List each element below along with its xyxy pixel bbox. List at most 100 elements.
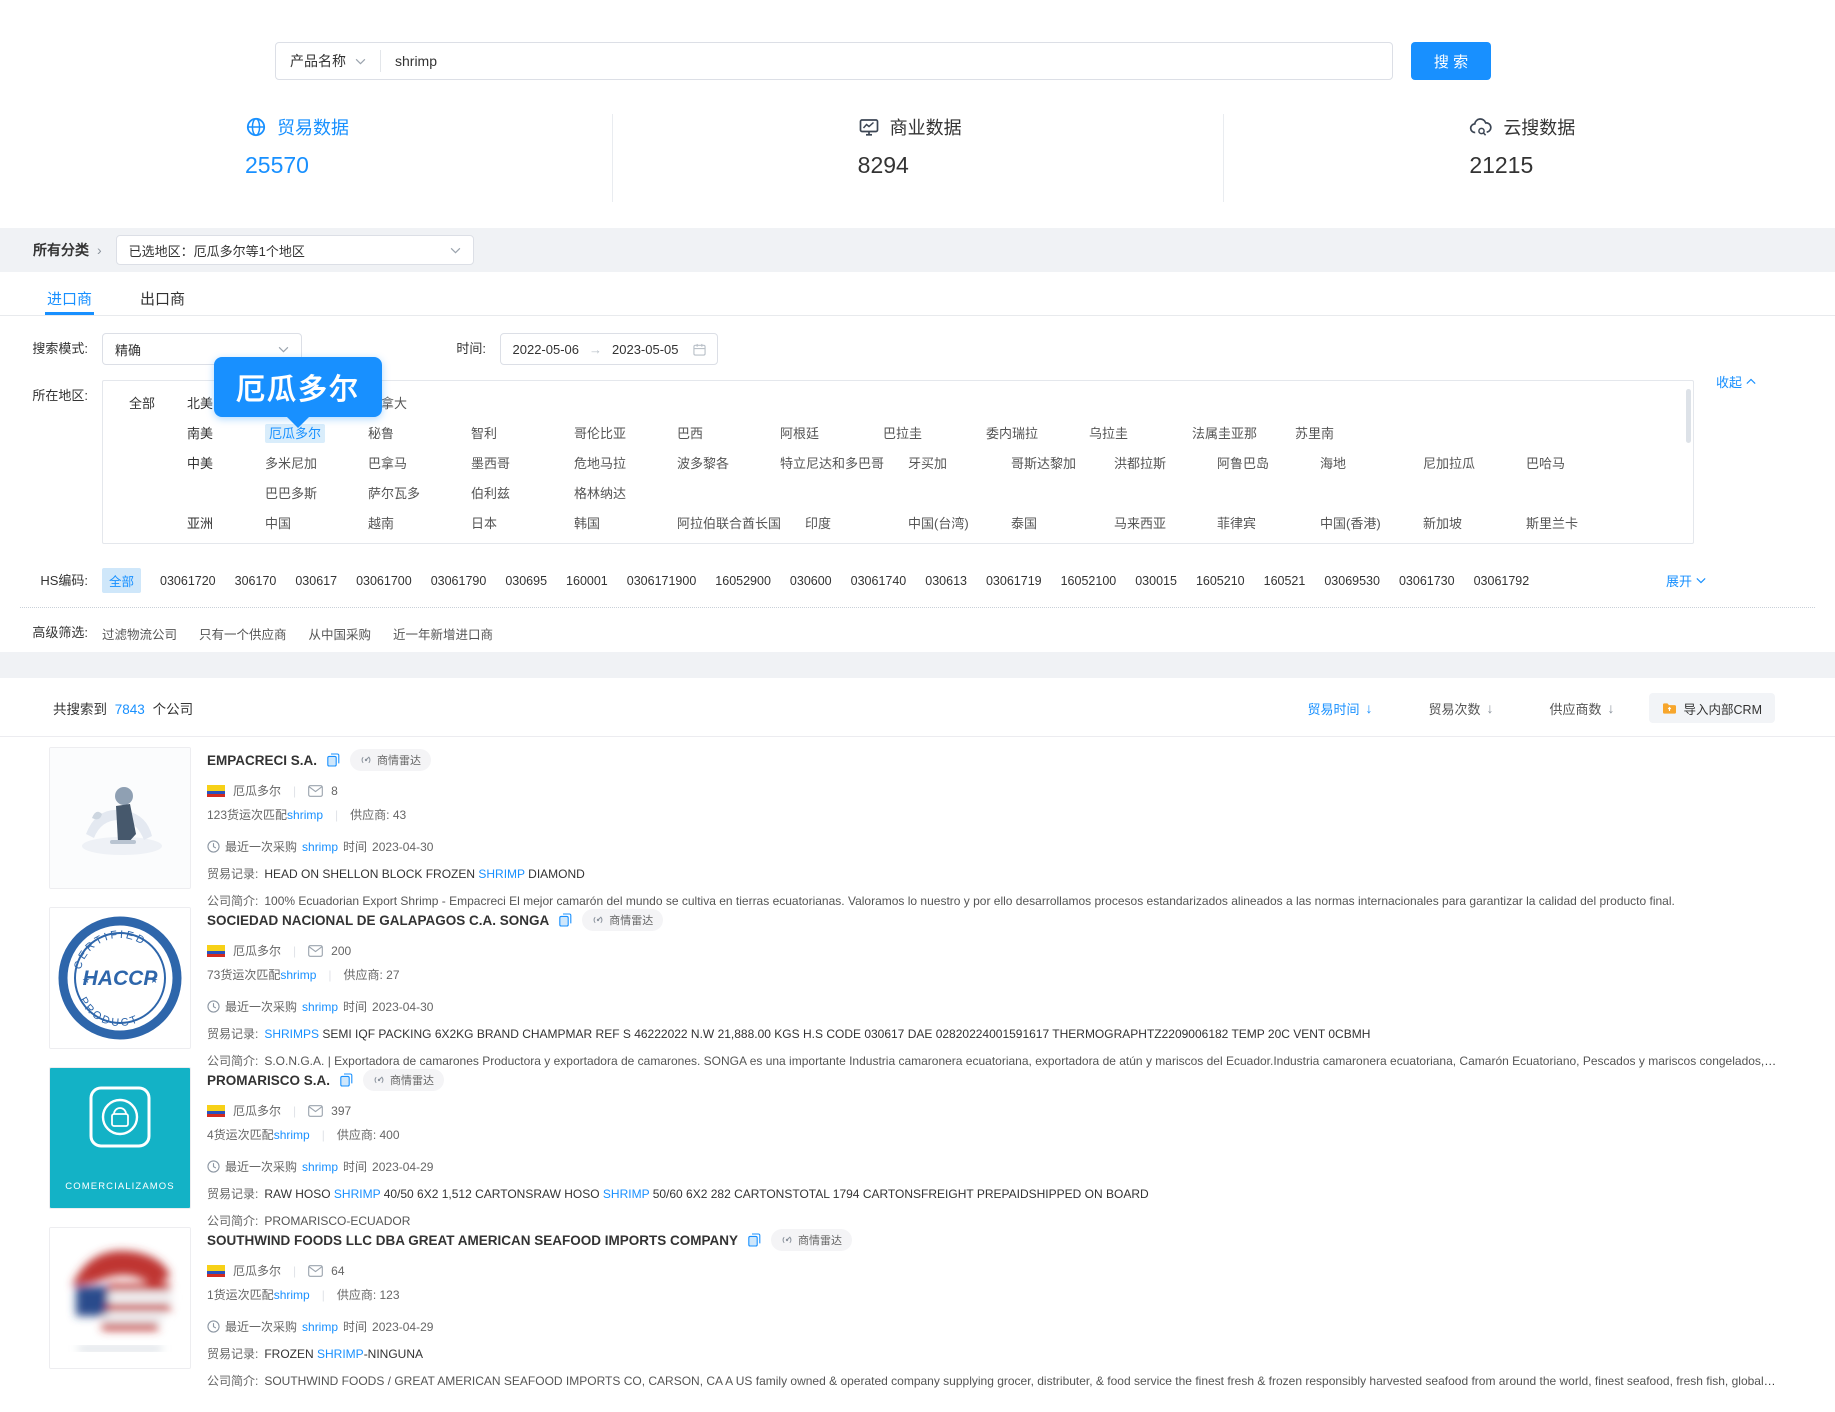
country-item[interactable]: 波多黎各: [677, 449, 780, 479]
country-item[interactable]: 巴巴多斯: [265, 479, 368, 509]
company-name[interactable]: SOUTHWIND FOODS LLC DBA GREAT AMERICAN S…: [207, 1233, 738, 1248]
country-item[interactable]: 中国(香港): [1320, 509, 1423, 539]
hs-code-item[interactable]: 03061790: [431, 574, 487, 588]
copy-icon[interactable]: [327, 753, 340, 767]
country-item[interactable]: 厄瓜多尔: [265, 419, 368, 449]
country-item[interactable]: 巴拉圭: [883, 419, 986, 449]
hs-code-item[interactable]: 16052100: [1061, 574, 1117, 588]
sentiment-radar-badge[interactable]: 商情雷达: [771, 1229, 852, 1251]
country-item[interactable]: 印度: [805, 509, 908, 539]
country-item[interactable]: 阿根廷: [780, 419, 883, 449]
country-item[interactable]: 危地马拉: [574, 449, 677, 479]
country-item[interactable]: 巴哈马: [1526, 449, 1629, 479]
sentiment-radar-badge[interactable]: 商情雷达: [363, 1069, 444, 1091]
all-categories-link[interactable]: 所有分类: [33, 240, 89, 260]
hs-code-item[interactable]: 0306171900: [627, 574, 697, 588]
country-item[interactable]: 哥伦比亚: [574, 419, 677, 449]
hs-code-item[interactable]: 160521: [1264, 574, 1306, 588]
region-all-link[interactable]: 全部: [129, 389, 187, 419]
tab-exporters[interactable]: 出口商: [140, 288, 185, 315]
hs-code-item[interactable]: 03061730: [1399, 574, 1455, 588]
country-item[interactable]: 苏里南: [1295, 419, 1398, 449]
hs-code-item[interactable]: 03061700: [356, 574, 412, 588]
copy-icon[interactable]: [748, 1233, 761, 1247]
country-item[interactable]: 菲律宾: [1217, 509, 1320, 539]
country-item[interactable]: 伯利兹: [471, 479, 574, 509]
copy-icon[interactable]: [340, 1073, 353, 1087]
advanced-filter-option[interactable]: 只有一个供应商: [199, 624, 287, 643]
hs-code-item[interactable]: 306170: [235, 574, 277, 588]
continent-label[interactable]: 南美: [187, 419, 265, 449]
country-item[interactable]: 中国: [265, 509, 368, 539]
hs-code-item[interactable]: 03061740: [851, 574, 907, 588]
country-item[interactable]: 阿鲁巴岛: [1217, 449, 1320, 479]
region-scrollbar[interactable]: [1686, 389, 1691, 443]
advanced-filter-option[interactable]: 从中国采购: [309, 624, 372, 643]
sort-option[interactable]: 贸易次数↓: [1429, 699, 1494, 718]
country-item[interactable]: 秘鲁: [368, 419, 471, 449]
country-item[interactable]: 智利: [471, 419, 574, 449]
company-card[interactable]: COMERCIALIZAMOSPROMARISCO S.A.商情雷达厄瓜多尔|3…: [49, 1067, 1835, 1217]
company-logo[interactable]: COMERCIALIZAMOS: [49, 1067, 191, 1209]
sentiment-radar-badge[interactable]: 商情雷达: [350, 749, 431, 771]
country-item[interactable]: 韩国: [574, 509, 677, 539]
hs-code-item[interactable]: 16052900: [715, 574, 771, 588]
sort-option[interactable]: 贸易时间↓: [1307, 699, 1372, 718]
country-item[interactable]: 巴拿马: [368, 449, 471, 479]
country-item[interactable]: 马来西亚: [1114, 509, 1217, 539]
tab-importers[interactable]: 进口商: [47, 288, 92, 315]
country-item[interactable]: 泰国: [1011, 509, 1114, 539]
search-button[interactable]: 搜 索: [1411, 42, 1491, 80]
country-item[interactable]: 洪都拉斯: [1114, 449, 1217, 479]
hs-code-item[interactable]: 03061720: [160, 574, 216, 588]
company-card[interactable]: CERTIFIEDPRODUCTHACCP★★ SOCIEDAD NACIONAL…: [49, 907, 1835, 1057]
hs-code-item[interactable]: 030613: [925, 574, 967, 588]
country-item[interactable]: 斯里兰卡: [1526, 509, 1629, 539]
country-item[interactable]: 尼加拉瓜: [1423, 449, 1526, 479]
selected-region-dropdown[interactable]: 已选地区：厄瓜多尔等1个地区: [116, 235, 474, 265]
country-item[interactable]: 中国(台湾): [908, 509, 1011, 539]
hs-code-item[interactable]: 1605210: [1196, 574, 1245, 588]
hs-code-item[interactable]: 030015: [1135, 574, 1177, 588]
tab-business-data[interactable]: 商业数据8294: [612, 114, 1224, 202]
country-item[interactable]: 特立尼达和多巴哥: [780, 449, 908, 479]
company-name[interactable]: SOCIEDAD NACIONAL DE GALAPAGOS C.A. SONG…: [207, 913, 549, 928]
hs-code-item[interactable]: 03061792: [1474, 574, 1530, 588]
hs-code-item[interactable]: 030600: [790, 574, 832, 588]
hs-code-item[interactable]: 160001: [566, 574, 608, 588]
country-item[interactable]: 萨尔瓦多: [368, 479, 471, 509]
hs-code-item[interactable]: 030695: [505, 574, 547, 588]
country-item[interactable]: 巴西: [677, 419, 780, 449]
company-card[interactable]: EMPACRECI S.A.商情雷达厄瓜多尔|8123货运次匹配shrimp|供…: [49, 747, 1835, 897]
mail-icon[interactable]: [308, 1265, 323, 1277]
collapse-link[interactable]: 收起: [1716, 372, 1756, 391]
country-item[interactable]: 委内瑞拉: [986, 419, 1089, 449]
continent-label[interactable]: 亚洲: [187, 509, 265, 539]
tab-cloud-search-data[interactable]: 云搜数据21215: [1223, 114, 1835, 202]
country-item[interactable]: 哥斯达黎加: [1011, 449, 1114, 479]
mail-icon[interactable]: [308, 1105, 323, 1117]
company-logo[interactable]: [49, 747, 191, 889]
copy-icon[interactable]: [559, 913, 572, 927]
country-item[interactable]: 加拿大: [368, 389, 471, 419]
hs-code-item[interactable]: 03069530: [1324, 574, 1380, 588]
company-logo[interactable]: [49, 1227, 191, 1369]
company-name[interactable]: EMPACRECI S.A.: [207, 753, 317, 768]
advanced-filter-option[interactable]: 近一年新增进口商: [393, 624, 493, 643]
tab-trade-data[interactable]: 贸易数据25570: [0, 114, 612, 202]
country-item[interactable]: 牙买加: [908, 449, 1011, 479]
country-item[interactable]: 墨西哥: [471, 449, 574, 479]
import-crm-button[interactable]: 导入内部CRM: [1649, 693, 1775, 723]
advanced-filter-option[interactable]: 过滤物流公司: [102, 624, 177, 643]
expand-link[interactable]: 展开: [1666, 571, 1706, 590]
company-name[interactable]: PROMARISCO S.A.: [207, 1073, 330, 1088]
sentiment-radar-badge[interactable]: 商情雷达: [582, 909, 663, 931]
country-item[interactable]: 日本: [471, 509, 574, 539]
country-item[interactable]: 海地: [1320, 449, 1423, 479]
country-item[interactable]: 法属圭亚那: [1192, 419, 1295, 449]
country-item[interactable]: 新加坡: [1423, 509, 1526, 539]
hs-code-item[interactable]: 030617: [295, 574, 337, 588]
company-logo[interactable]: CERTIFIEDPRODUCTHACCP★★: [49, 907, 191, 1049]
country-item[interactable]: 越南: [368, 509, 471, 539]
mail-icon[interactable]: [308, 945, 323, 957]
